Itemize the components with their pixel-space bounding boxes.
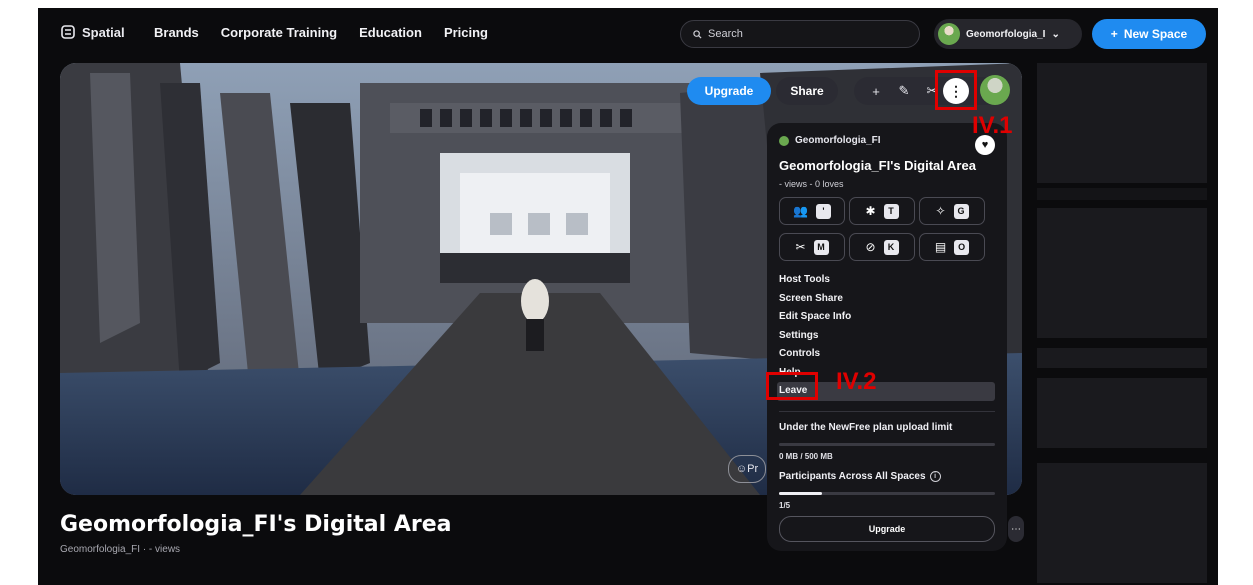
shortcut-key: K bbox=[883, 239, 899, 255]
share-button[interactable]: Share bbox=[776, 77, 838, 105]
menu-item-edit-space-info[interactable]: Edit Space Info bbox=[779, 308, 995, 327]
sidebar-card bbox=[1037, 208, 1207, 338]
new-space-button[interactable]: + New Space bbox=[1092, 19, 1206, 49]
avatar bbox=[938, 23, 960, 45]
menu-item-host-tools[interactable]: Host Tools bbox=[779, 271, 995, 290]
space-stats: - views - 0 loves bbox=[779, 179, 844, 189]
sidebar-card bbox=[1037, 188, 1207, 200]
info-icon[interactable]: i bbox=[929, 470, 941, 482]
plus-icon: + bbox=[1110, 27, 1118, 41]
panel-upgrade-button[interactable]: Upgrade bbox=[779, 515, 995, 542]
nav-link-pricing[interactable]: Pricing bbox=[444, 25, 488, 40]
upload-limit-title: Under the NewFree plan upload limit bbox=[779, 421, 953, 433]
spatial-logo[interactable]: Spatial bbox=[60, 24, 125, 40]
mic-off-icon: ✂ bbox=[795, 240, 806, 254]
camera-off-icon: ⊘ bbox=[865, 240, 876, 254]
menu-item-screen-share[interactable]: Screen Share bbox=[779, 290, 995, 309]
top-nav: Spatial Brands Corporate Training Educat… bbox=[38, 8, 1218, 60]
content-button[interactable]: ▤ O bbox=[919, 233, 985, 261]
spatial-logo-icon bbox=[61, 25, 75, 39]
more-dots-button[interactable]: ⋯ bbox=[1008, 516, 1024, 542]
owner-name: Geomorfologia_FI bbox=[795, 135, 881, 146]
smiley-icon: ☺ bbox=[735, 463, 748, 475]
menu-item-settings[interactable]: Settings bbox=[779, 327, 995, 346]
nav-link-education[interactable]: Education bbox=[359, 25, 422, 40]
annotation-label: IV.2 bbox=[836, 368, 877, 395]
sidebar-card bbox=[1037, 63, 1207, 183]
highlight-box bbox=[766, 372, 818, 400]
shortcut-key: O bbox=[954, 239, 970, 255]
participants-progress-fill bbox=[779, 491, 823, 495]
storage-progress-bar bbox=[779, 442, 995, 446]
page-subtitle: Geomorfologia_FI · - views bbox=[60, 544, 181, 555]
search-icon bbox=[693, 29, 702, 39]
page-title: Geomorfologia_FI's Digital Area bbox=[60, 512, 452, 537]
clapper-icon: ▤ bbox=[934, 240, 947, 254]
user-menu[interactable]: Geomorfologia_I ⌄ bbox=[934, 19, 1082, 49]
menu-item-controls[interactable]: Controls bbox=[779, 345, 995, 364]
add-icon[interactable]: + bbox=[862, 84, 890, 99]
upgrade-button[interactable]: Upgrade bbox=[687, 77, 771, 105]
emoji-chip[interactable]: ☺ Pr bbox=[728, 455, 766, 483]
sidebar-card bbox=[1037, 348, 1207, 368]
shortcut-key: T bbox=[883, 203, 899, 219]
space-title: Geomorfologia_FI's Digital Area bbox=[779, 158, 976, 173]
search-placeholder: Search bbox=[708, 28, 743, 40]
participants-button[interactable]: 👥 ' bbox=[779, 197, 845, 225]
mute-button[interactable]: ✂ M bbox=[779, 233, 845, 261]
space-menu-panel: Geomorfologia_FI ♥ Geomorfologia_FI's Di… bbox=[767, 123, 1007, 551]
user-name: Geomorfologia_I bbox=[966, 28, 1046, 40]
logo-text: Spatial bbox=[82, 24, 125, 40]
shortcut-key: M bbox=[813, 239, 829, 255]
avatar[interactable] bbox=[980, 75, 1010, 105]
app-window: Spatial Brands Corporate Training Educat… bbox=[38, 8, 1218, 585]
chip-label: Pr bbox=[747, 463, 759, 475]
people-icon: 👥 bbox=[793, 204, 808, 218]
edit-icon[interactable]: ✎ bbox=[890, 83, 918, 99]
owner-avatar bbox=[779, 135, 789, 146]
chevron-down-icon: ⌄ bbox=[1051, 28, 1060, 40]
shortcut-key: ' bbox=[815, 203, 831, 219]
divider bbox=[779, 410, 995, 412]
nav-link-brands[interactable]: Brands bbox=[154, 25, 199, 40]
highlight-box bbox=[935, 70, 977, 110]
camera-off-button[interactable]: ⊘ K bbox=[849, 233, 915, 261]
action-grid: 👥 ' ✱ T ✧ G ✂ M ⊘ K ▤ O bbox=[779, 197, 995, 261]
annotation-label: IV.1 bbox=[972, 112, 1013, 139]
participants-count: 1/5 bbox=[779, 500, 791, 510]
new-space-label: New Space bbox=[1123, 27, 1188, 41]
owner-row[interactable]: Geomorfologia_FI bbox=[779, 135, 995, 146]
shortcut-key: G bbox=[953, 203, 969, 219]
participants-label-row: Participants Across All Spaces i bbox=[779, 470, 995, 482]
participants-label: Participants Across All Spaces bbox=[779, 470, 926, 482]
gesture-button[interactable]: ✧ G bbox=[919, 197, 985, 225]
search-input[interactable]: Search bbox=[680, 20, 920, 48]
nav-links: Brands Corporate Training Education Pric… bbox=[154, 25, 488, 40]
storage-usage: 0 MB / 500 MB bbox=[779, 451, 833, 461]
sidebar-card bbox=[1037, 378, 1207, 448]
dance-icon: ✱ bbox=[865, 204, 876, 218]
sparkle-icon: ✧ bbox=[935, 204, 946, 218]
participants-progress-bar bbox=[779, 491, 995, 495]
emote-button[interactable]: ✱ T bbox=[849, 197, 915, 225]
nav-link-corporate-training[interactable]: Corporate Training bbox=[221, 25, 337, 40]
sidebar-card bbox=[1037, 463, 1207, 583]
